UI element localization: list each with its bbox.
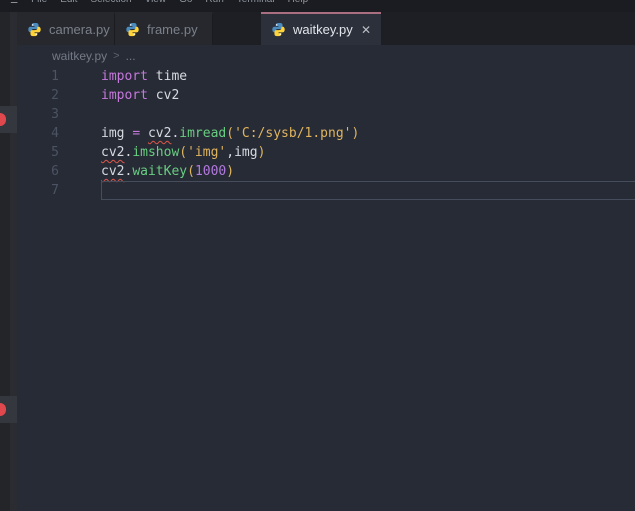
line-number[interactable]: 6 [17,162,85,181]
code-token: 'C:/sysb/1.png' [234,126,352,141]
line-number[interactable]: 5 [17,143,85,162]
menu-item-selection[interactable]: Selection [90,0,131,5]
line-number[interactable]: 4 [17,124,85,143]
python-icon [125,22,140,37]
tab-frame.py[interactable]: frame.py [115,12,213,45]
vscode-window: { "menubar": { "app_icon": "menu-icon", … [0,0,635,511]
tab-label: frame.py [147,22,198,37]
line-number[interactable]: 3 [17,105,85,124]
code-token: img [101,126,133,141]
code-line: 4 img = cv2.imread('C:/sysb/1.png') [17,124,635,143]
code-token: cv2 [147,88,180,103]
code-line: 1 import time [17,67,635,86]
breadcrumb-file[interactable]: waitkey.py [52,49,107,63]
code-token: 'img' [187,145,227,160]
menu-item-go[interactable]: Go [179,0,192,5]
python-icon [27,22,42,37]
sidebar-rail [0,12,17,511]
breadcrumb-more[interactable]: ... [126,49,136,63]
code-text[interactable]: cv2.waitKey(1000) [85,162,635,181]
code-token: 1000 [194,164,227,179]
code-text[interactable]: cv2.imshow('img',img) [85,143,635,162]
line-number[interactable]: 1 [17,67,85,86]
menu-item-terminal[interactable]: Terminal [237,0,275,5]
menu-item-file[interactable]: File [31,0,47,5]
code-token: time [147,69,188,84]
code-token: waitKey [132,164,188,179]
rail-item[interactable] [0,396,17,423]
code-line: 5 cv2.imshow('img',img) [17,143,635,162]
code-token: ( [187,164,195,179]
menubar-items: ☰ File Edit Selection View Go Run Terminal Help [10,0,635,5]
code-text[interactable] [85,105,635,124]
rail-item[interactable] [0,106,17,133]
editor-region: camera.py frame.py waitkey.py ✕ waitkey.py … [17,12,635,511]
menu-item-edit[interactable]: Edit [60,0,77,5]
python-icon [271,22,286,37]
tab-label: camera.py [49,22,110,37]
code-token: cv2 [147,126,172,141]
code-token: = [132,126,141,141]
tab-gap [213,12,261,45]
tab-bar: camera.py frame.py waitkey.py ✕ [17,12,635,45]
code-text[interactable]: import cv2 [85,86,635,105]
code-token: ) [351,126,360,141]
menu-item-run[interactable]: Run [205,0,223,5]
tab-label: waitkey.py [293,22,353,37]
code-token: ) [257,145,266,160]
code-token: ( [179,145,188,160]
code-line: 3 [17,105,635,124]
code-token: ( [226,126,235,141]
code-token: cv2 [101,145,125,160]
code-lines: 1 import time 2 import cv2 3 4 img = cv2.imrea… [17,67,635,200]
code-editor[interactable]: 1 import time 2 import cv2 3 4 img = cv2.imrea… [17,67,635,511]
error-badge [0,113,6,126]
line-number[interactable]: 2 [17,86,85,105]
menu-bar: ☰ File Edit Selection View Go Run Terminal Help [0,0,635,12]
code-token: imread [179,126,227,141]
code-token: ) [226,164,235,179]
code-token: import [101,69,148,84]
code-token: ,img [226,145,258,160]
code-text[interactable]: img = cv2.imread('C:/sysb/1.png') [85,124,635,143]
breadcrumb[interactable]: waitkey.py > ... [17,45,635,67]
code-text[interactable]: import time [85,67,635,86]
error-badge [0,403,6,416]
tab-camera.py[interactable]: camera.py [17,12,115,45]
code-line: 6 cv2.waitKey(1000) [17,162,635,181]
code-token: imshow [132,145,180,160]
tab-waitkey.py[interactable]: waitkey.py ✕ [261,12,381,45]
app-menu-icon[interactable]: ☰ [10,0,18,5]
line-number[interactable]: 7 [17,181,85,200]
sidebar-rail-strip [10,12,17,511]
python-icon [33,50,46,63]
close-icon[interactable]: ✕ [361,24,371,36]
menu-item-help[interactable]: Help [288,0,309,5]
code-line: 7 [17,181,635,200]
code-line: 2 import cv2 [17,86,635,105]
chevron-right-icon: > [113,50,120,62]
code-text[interactable] [85,181,635,200]
code-token: import [101,88,148,103]
menu-item-view[interactable]: View [145,0,167,5]
code-token: cv2 [101,164,125,179]
